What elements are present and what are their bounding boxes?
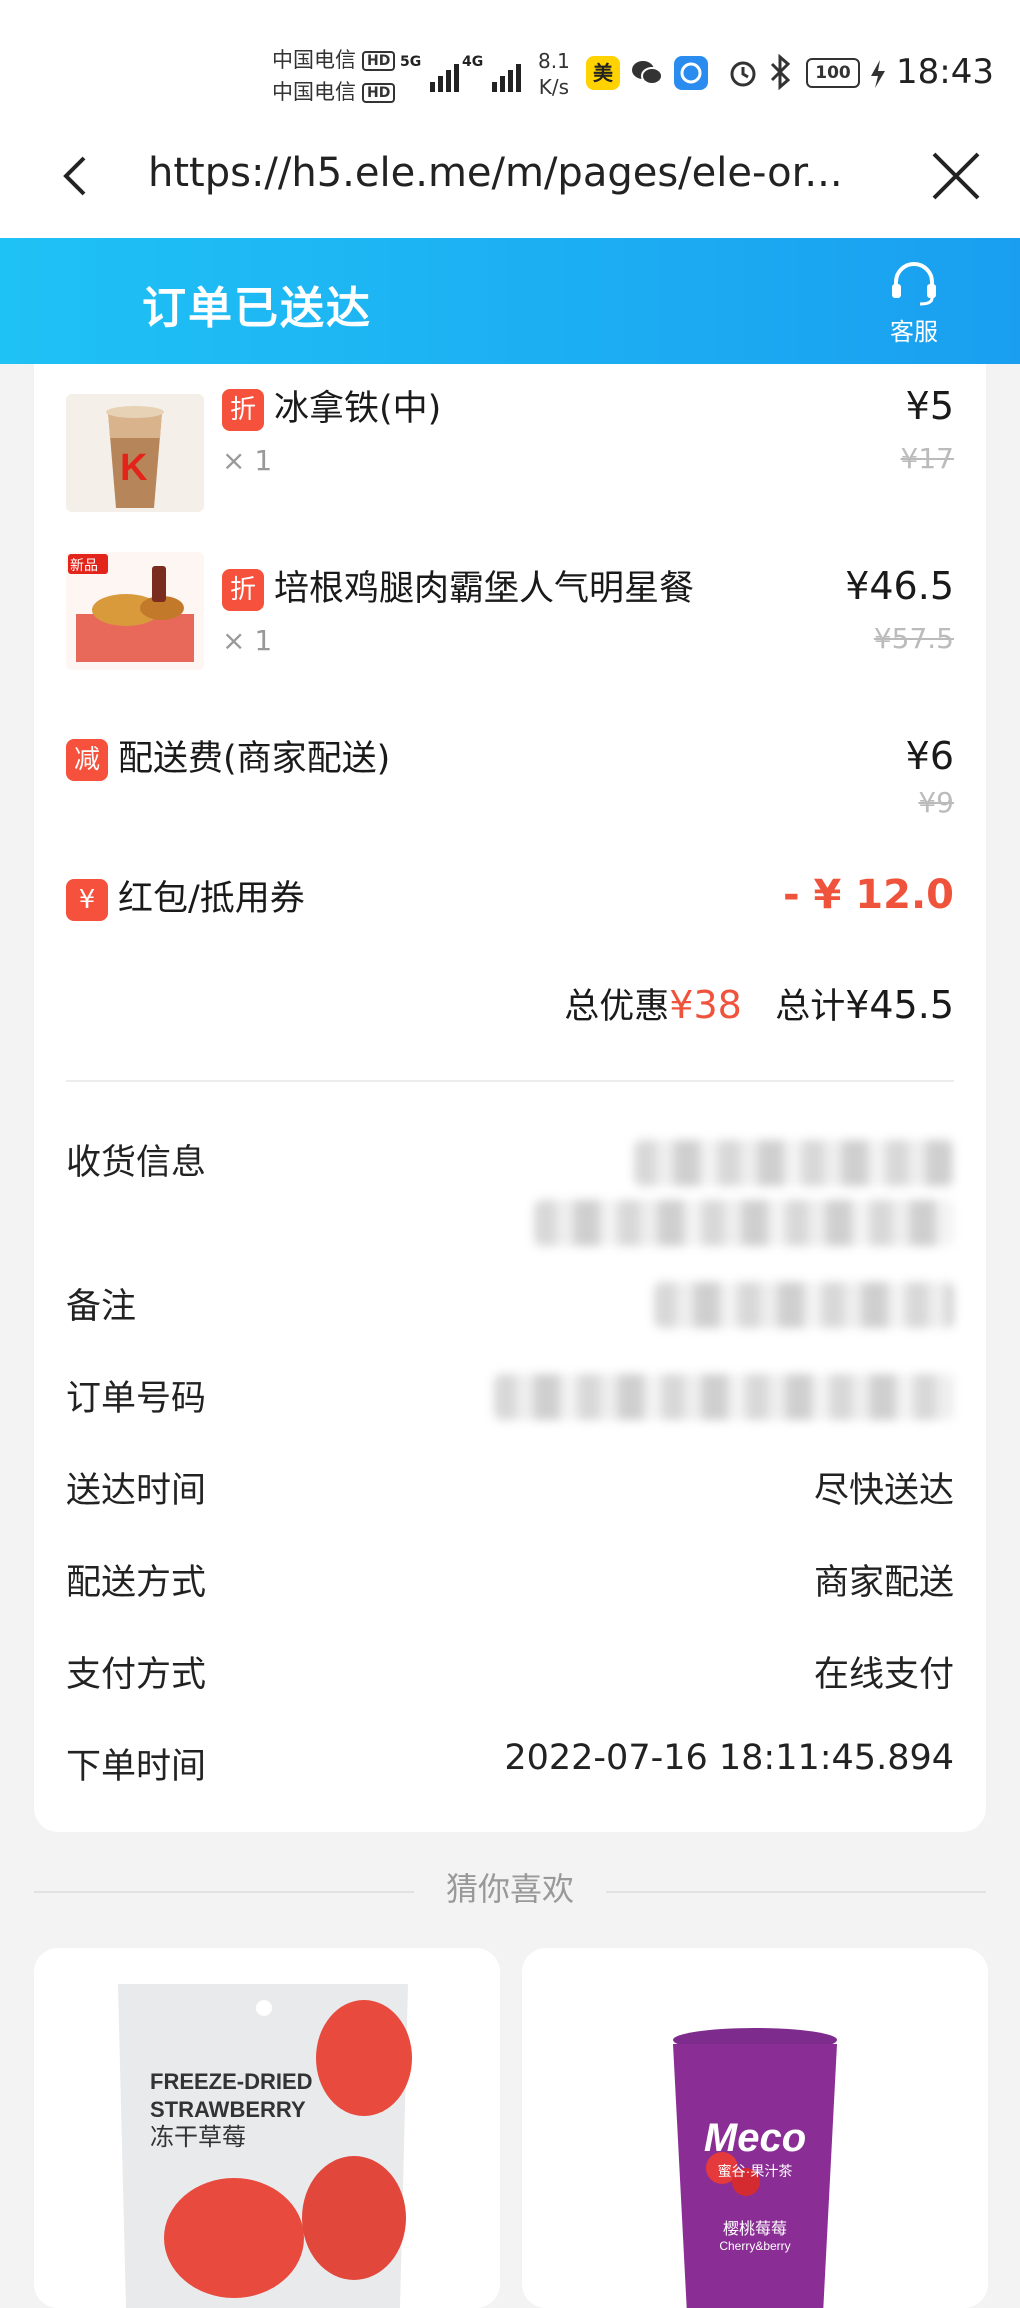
item-name: 折冰拿铁(中)	[222, 386, 441, 432]
signal-icon: 5G	[400, 52, 459, 92]
svg-text:K: K	[120, 447, 148, 489]
headset-icon	[892, 262, 936, 306]
network-speed: 8.1 K/s	[538, 49, 570, 99]
payment-method-label: 支付方式	[66, 1655, 207, 1695]
delivery-fee-label: 减配送费(商家配送)	[66, 736, 390, 782]
item-original-price: ¥17	[900, 442, 954, 475]
address-row: 收货信息	[66, 1134, 954, 1254]
hd-badge: HD	[362, 83, 396, 103]
coupon-amount: - ¥ 12.0	[783, 872, 954, 918]
delivery-time-row: 送达时间 尽快送达	[66, 1462, 954, 1522]
carrier-2: 中国电信	[272, 80, 356, 104]
browser-app-icon	[674, 56, 708, 90]
recommend-card[interactable]: FREEZE-DRIED STRAWBERRY 冻干草莓	[34, 1948, 500, 2308]
divider	[66, 1080, 954, 1082]
order-time-value: 2022-07-16 18:11:45.894	[504, 1738, 954, 1778]
remark-label: 备注	[66, 1287, 137, 1327]
item-quantity: × 1	[222, 624, 273, 657]
address-label: 收货信息	[66, 1143, 207, 1183]
url-text[interactable]: https://h5.ele.me/m/pages/ele-or...	[148, 150, 878, 196]
browser-url-bar: https://h5.ele.me/m/pages/ele-or...	[0, 120, 1020, 238]
customer-service-button[interactable]: 客服	[878, 260, 950, 347]
delivery-time-label: 送达时间	[66, 1471, 207, 1511]
remark-row: 备注	[66, 1278, 954, 1338]
discount-tag: 折	[222, 389, 264, 431]
payment-method-value: 在线支付	[813, 1655, 954, 1695]
close-button[interactable]	[926, 146, 986, 206]
order-number-redacted	[494, 1374, 954, 1420]
coupon-tag: ¥	[66, 879, 108, 921]
delivery-method-label: 配送方式	[66, 1563, 207, 1603]
network-type: 5G	[400, 54, 422, 70]
back-button[interactable]	[48, 146, 108, 206]
new-product-badge: 新品	[70, 558, 98, 574]
burger-meal-icon: 新品	[66, 552, 204, 670]
meituan-app-icon: 美	[586, 56, 620, 90]
carrier-info: 中国电信 HD 中国电信 HD	[272, 44, 396, 108]
remark-redacted	[654, 1282, 954, 1328]
item-original-price: ¥57.5	[873, 622, 954, 655]
item-price: ¥46.5	[845, 564, 954, 608]
bluetooth-icon	[768, 53, 794, 94]
order-time-row: 下单时间 2022-07-16 18:11:45.894	[66, 1738, 954, 1798]
discount-label: 总优惠	[564, 987, 670, 1027]
order-status-title: 订单已送达	[142, 283, 372, 334]
alarm-icon	[726, 56, 760, 94]
delivery-fee-price: ¥6	[905, 734, 954, 778]
total-value: ¥45.5	[845, 983, 954, 1027]
order-item: K 折冰拿铁(中) × 1 ¥5 ¥17	[34, 364, 986, 524]
order-time-label: 下单时间	[66, 1747, 207, 1787]
recommend-title: 猜你喜欢	[445, 1870, 574, 1908]
recommend-card[interactable]: Meco 蜜谷·果汁茶 樱桃莓莓 Cherry&berry	[522, 1948, 988, 2308]
reduction-tag: 减	[66, 739, 108, 781]
delivery-fee-row: 减配送费(商家配送) ¥6 ¥9	[34, 726, 986, 846]
carrier-1: 中国电信	[272, 48, 356, 72]
chevron-left-icon	[63, 156, 86, 196]
discount-value: ¥38	[669, 983, 742, 1027]
address-redacted	[634, 1140, 954, 1186]
coupon-label: ¥ 红包/抵用券	[66, 876, 305, 922]
product-label: Meco 蜜谷·果汁茶 樱桃莓莓 Cherry&berry	[703, 2116, 807, 2253]
iced-latte-icon: K	[66, 394, 204, 512]
order-number-label: 订单号码	[66, 1379, 207, 1419]
discount-tag: 折	[222, 569, 264, 611]
delivery-time-value: 尽快送达	[813, 1471, 954, 1511]
coupon-row: ¥ 红包/抵用券 - ¥ 12.0	[34, 866, 986, 946]
signal-icon: 4G	[462, 52, 521, 92]
order-detail-card: K 折冰拿铁(中) × 1 ¥5 ¥17 新品 折培根鸡腿肉霸堡人气明星餐 × …	[34, 364, 986, 1832]
payment-method-row: 支付方式 在线支付	[66, 1646, 954, 1706]
hd-badge: HD	[362, 51, 396, 71]
order-totals: 总优惠¥38 总计¥45.5	[564, 978, 954, 1029]
battery-icon: 100	[806, 58, 860, 88]
phone-redacted	[534, 1200, 954, 1246]
wechat-icon	[630, 56, 664, 90]
clock: 18:43	[896, 52, 994, 92]
item-name: 折培根鸡腿肉霸堡人气明星餐	[222, 566, 694, 612]
product-label: FREEZE-DRIED STRAWBERRY 冻干草莓	[150, 2069, 313, 2151]
close-icon	[932, 152, 980, 200]
order-status-header: 订单已送达 客服	[0, 238, 1020, 364]
delivery-fee-original: ¥9	[918, 786, 954, 819]
total-label: 总计	[775, 987, 846, 1027]
delivery-method-value: 商家配送	[813, 1563, 954, 1603]
order-item: 新品 折培根鸡腿肉霸堡人气明星餐 × 1 ¥46.5 ¥57.5	[34, 544, 986, 704]
order-number-row: 订单号码	[66, 1370, 954, 1430]
network-type: 4G	[462, 54, 484, 70]
delivery-method-row: 配送方式 商家配送	[66, 1554, 954, 1614]
item-price: ¥5	[905, 384, 954, 428]
status-bar: 中国电信 HD 中国电信 HD 5G 4G 8.1 K/s 美 100 18:43	[0, 0, 1020, 140]
charging-icon	[868, 58, 888, 94]
customer-service-label: 客服	[890, 318, 938, 346]
item-quantity: × 1	[222, 444, 273, 477]
